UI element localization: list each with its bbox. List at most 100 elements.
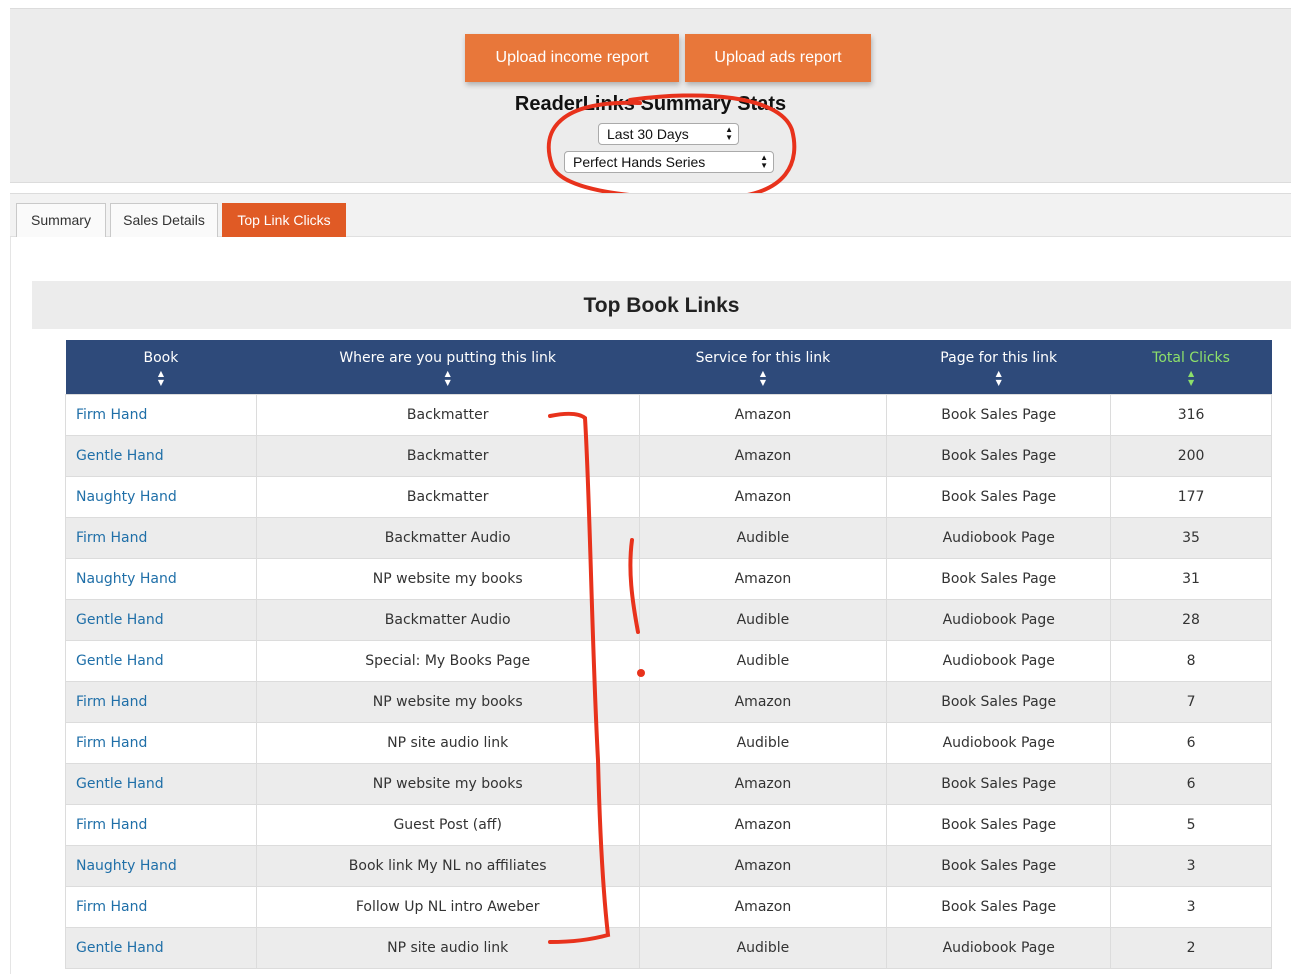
cell-page: Audiobook Page (886, 721, 1112, 764)
cell-service: Amazon (638, 557, 888, 600)
cell-total-clicks: 35 (1110, 516, 1272, 559)
cell-placement: Book link My NL no affiliates (255, 844, 640, 887)
tab-summary[interactable]: Summary (16, 203, 106, 237)
select-arrows-icon: ▲ ▼ (760, 153, 768, 170)
cell-book-link[interactable]: Gentle Hand (65, 598, 257, 641)
column-header-book[interactable]: Book ▲ ▼ (65, 340, 257, 394)
table-row: Gentle Hand Backmatter Amazon Book Sales Pa… (65, 434, 1272, 477)
table-row: Naughty Hand NP website my books Amazon Boo… (65, 557, 1272, 600)
table-row: Gentle Hand Special: My Books Page Audible… (65, 639, 1272, 682)
table-row: Firm Hand Guest Post (aff) Amazon Book Sale… (65, 803, 1272, 846)
cell-service: Amazon (638, 475, 888, 518)
table-row: Gentle Hand NP site audio link Audible Audi… (65, 926, 1272, 969)
table-row: Gentle Hand Backmatter Audio Audible Audiob… (65, 598, 1272, 641)
cell-book-link[interactable]: Firm Hand (65, 516, 257, 559)
cell-book-link[interactable]: Naughty Hand (65, 475, 257, 518)
cell-total-clicks: 7 (1110, 680, 1272, 723)
cell-book-link[interactable]: Firm Hand (65, 721, 257, 764)
cell-page: Audiobook Page (886, 639, 1112, 682)
content-border (10, 237, 11, 974)
cell-book-link[interactable]: Firm Hand (65, 803, 257, 846)
column-header-page[interactable]: Page for this link ▲ ▼ (886, 340, 1111, 394)
cell-total-clicks: 31 (1110, 557, 1272, 600)
cell-page: Book Sales Page (886, 393, 1112, 436)
column-header-placement[interactable]: Where are you putting this link ▲ ▼ (256, 340, 640, 394)
cell-placement: NP website my books (255, 557, 640, 600)
cell-page: Book Sales Page (886, 885, 1112, 928)
table-row: Firm Hand NP site audio link Audible Audiob… (65, 721, 1272, 764)
cell-book-link[interactable]: Gentle Hand (65, 926, 257, 969)
cell-service: Audible (638, 721, 888, 764)
cell-total-clicks: 5 (1110, 803, 1272, 846)
table-row: Firm Hand Backmatter Amazon Book Sales Page… (65, 393, 1272, 436)
cell-page: Book Sales Page (886, 762, 1112, 805)
cell-service: Audible (638, 516, 888, 559)
cell-page: Book Sales Page (886, 680, 1112, 723)
upload-income-report-button[interactable]: Upload income report (465, 34, 679, 82)
cell-book-link[interactable]: Naughty Hand (65, 557, 257, 600)
sort-arrows-icon[interactable]: ▲ ▼ (66, 369, 257, 387)
cell-placement: Guest Post (aff) (255, 803, 640, 846)
column-header-total-clicks[interactable]: Total Clicks ▲ ▼ (1110, 340, 1272, 394)
cell-total-clicks: 8 (1110, 639, 1272, 682)
cell-book-link[interactable]: Naughty Hand (65, 844, 257, 887)
cell-page: Book Sales Page (886, 844, 1112, 887)
cell-service: Amazon (638, 434, 888, 477)
table-row: Naughty Hand Book link My NL no affiliate… (65, 844, 1272, 887)
tab-top-link-clicks[interactable]: Top Link Clicks (222, 203, 346, 237)
cell-book-link[interactable]: Gentle Hand (65, 434, 257, 477)
tab-sales-details[interactable]: Sales Details (110, 203, 218, 237)
cell-placement: Backmatter (255, 434, 640, 477)
cell-placement: Backmatter Audio (255, 516, 640, 559)
cell-total-clicks: 177 (1110, 475, 1272, 518)
cell-total-clicks: 28 (1110, 598, 1272, 641)
cell-service: Audible (638, 598, 888, 641)
cell-placement: Backmatter (255, 475, 640, 518)
cell-placement: NP site audio link (255, 926, 640, 969)
sort-arrows-icon[interactable]: ▲ ▼ (256, 369, 639, 387)
table-row: Gentle Hand NP website my books Amazon Book… (65, 762, 1272, 805)
cell-service: Amazon (638, 885, 888, 928)
series-value: Perfect Hands Series (573, 154, 706, 170)
cell-service: Audible (638, 639, 888, 682)
cell-placement: NP website my books (255, 680, 640, 723)
table-row: Firm Hand Follow Up NL intro Aweber Amazon… (65, 885, 1272, 928)
cell-page: Book Sales Page (886, 557, 1112, 600)
page-title: ReaderLinks Summary Stats (514, 93, 787, 115)
series-select[interactable]: Perfect Hands Series ▲ ▼ (564, 151, 774, 173)
upload-ads-report-button[interactable]: Upload ads report (685, 34, 871, 82)
sort-arrows-icon[interactable]: ▲ ▼ (1111, 369, 1272, 387)
section-title: Top Book Links (32, 281, 1291, 329)
cell-service: Amazon (638, 762, 888, 805)
cell-page: Audiobook Page (886, 926, 1112, 969)
table-header-row: Book ▲ ▼ Where are you putting this link ▲ ▼… (65, 340, 1272, 394)
cell-page: Book Sales Page (886, 803, 1112, 846)
top-book-links-table: Book ▲ ▼ Where are you putting this link ▲ ▼… (65, 340, 1272, 969)
table-row: Firm Hand NP website my books Amazon Book S… (65, 680, 1272, 723)
cell-page: Book Sales Page (886, 434, 1112, 477)
cell-book-link[interactable]: Gentle Hand (65, 639, 257, 682)
cell-book-link[interactable]: Firm Hand (65, 393, 257, 436)
cell-placement: NP site audio link (255, 721, 640, 764)
cell-book-link[interactable]: Gentle Hand (65, 762, 257, 805)
report-controls-panel: Upload income report Upload ads report R… (10, 8, 1291, 183)
cell-book-link[interactable]: Firm Hand (65, 680, 257, 723)
cell-page: Book Sales Page (886, 475, 1112, 518)
cell-total-clicks: 2 (1110, 926, 1272, 969)
cell-placement: NP website my books (255, 762, 640, 805)
cell-service: Amazon (638, 844, 888, 887)
cell-service: Audible (638, 926, 888, 969)
cell-total-clicks: 6 (1110, 721, 1272, 764)
select-arrows-icon: ▲ ▼ (725, 125, 733, 142)
cell-placement: Backmatter Audio (255, 598, 640, 641)
cell-service: Amazon (638, 393, 888, 436)
table-row: Naughty Hand Backmatter Amazon Book Sales P… (65, 475, 1272, 518)
cell-placement: Follow Up NL intro Aweber (255, 885, 640, 928)
sort-arrows-icon[interactable]: ▲ ▼ (639, 369, 887, 387)
cell-book-link[interactable]: Firm Hand (65, 885, 257, 928)
date-range-select[interactable]: Last 30 Days ▲ ▼ (598, 123, 739, 145)
sort-arrows-icon[interactable]: ▲ ▼ (887, 369, 1111, 387)
cell-page: Audiobook Page (886, 516, 1112, 559)
column-header-service[interactable]: Service for this link ▲ ▼ (639, 340, 887, 394)
cell-placement: Special: My Books Page (255, 639, 640, 682)
